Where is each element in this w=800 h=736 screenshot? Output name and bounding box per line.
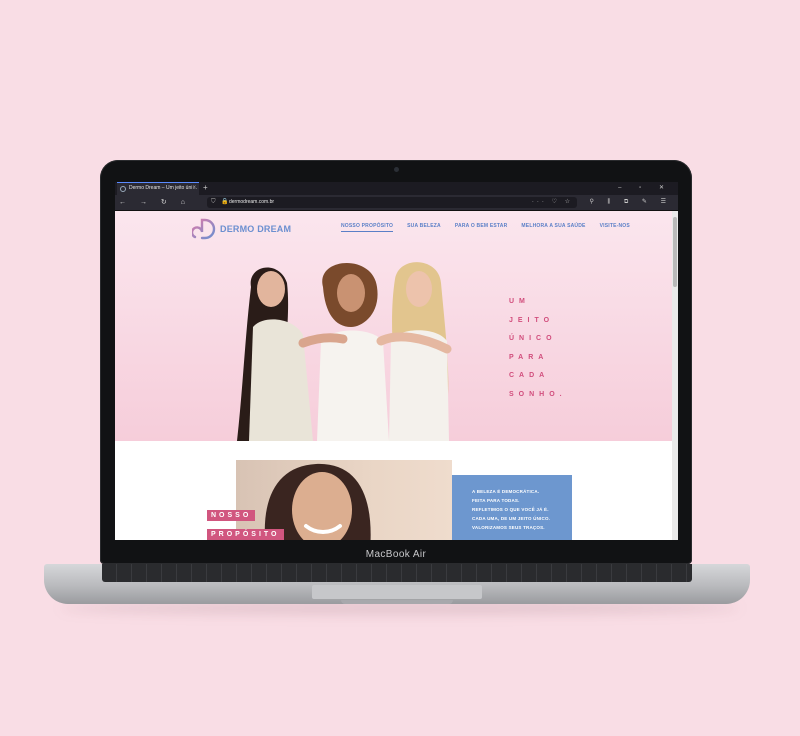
keyboard xyxy=(102,564,692,582)
menu-item-bem-estar[interactable]: PARA O BEM ESTAR xyxy=(455,223,508,232)
scrollbar-thumb[interactable] xyxy=(673,217,677,287)
tagline-line: CADA xyxy=(509,372,550,379)
tagline-line: ÚNICO xyxy=(509,335,557,342)
purpose-label: NOSSO PROPÓSITO xyxy=(207,504,284,540)
model-label: MacBook Air xyxy=(365,549,427,560)
shield-lock-icon: ⛉ 🔒 xyxy=(211,199,231,205)
url-text[interactable]: dermodream.com.br xyxy=(229,197,274,208)
purpose-text-line: FEITA PARA TODAS. xyxy=(472,498,520,503)
menu-item-sua-beleza[interactable]: SUA BELEZA xyxy=(407,223,441,232)
tagline-line: UM xyxy=(509,298,530,305)
window-controls[interactable]: – ▫ ✕ xyxy=(618,182,672,195)
menu-item-nosso-proposito[interactable]: NOSSO PROPÓSITO xyxy=(341,223,394,232)
tagline-line: SONHO. xyxy=(509,390,567,398)
purpose-text-line: A BELEZA É DEMOCRÁTICA. xyxy=(472,489,540,494)
page-actions-icon[interactable]: ··· ♡ ☆ xyxy=(532,197,573,208)
favicon-icon xyxy=(120,186,126,192)
new-tab-button[interactable]: + xyxy=(203,182,208,194)
laptop-base xyxy=(44,564,750,604)
address-bar[interactable]: ⛉ 🔒 dermodream.com.br ··· ♡ ☆ xyxy=(207,197,577,208)
dream-logo-icon xyxy=(192,218,216,240)
screen: Dermo Dream – Um jeito úni… × + – ▫ ✕ ← … xyxy=(115,182,678,540)
menu-item-saude[interactable]: MELHORA A SUA SAÚDE xyxy=(521,223,585,232)
hero-section: DERMO DREAM NOSSO PROPÓSITO SUA BELEZA P… xyxy=(115,211,672,441)
camera xyxy=(394,167,399,172)
purpose-label-line: PROPÓSITO xyxy=(207,529,284,540)
tab-title: Dermo Dream – Um jeito úni… xyxy=(129,185,198,191)
laptop-lid: Dermo Dream – Um jeito úni… × + – ▫ ✕ ← … xyxy=(100,160,692,564)
brand-logo[interactable]: DERMO DREAM xyxy=(192,217,291,241)
trackpad xyxy=(312,585,482,599)
close-tab-icon[interactable]: × xyxy=(192,183,196,194)
page-scrollbar[interactable] xyxy=(672,211,678,540)
hero-tagline: UM JEITO ÚNICO PARA CADA SONHO. xyxy=(509,293,567,404)
menu-item-visite-nos[interactable]: VISITE-NOS xyxy=(600,223,630,232)
main-menu: NOSSO PROPÓSITO SUA BELEZA PARA O BEM ES… xyxy=(341,223,630,232)
purpose-label-line: NOSSO xyxy=(207,510,256,521)
lid-notch xyxy=(341,600,453,604)
browser-tab[interactable]: Dermo Dream – Um jeito úni… × xyxy=(117,182,199,195)
tagline-line: PARA xyxy=(509,353,549,361)
tagline-line: JEITO xyxy=(509,316,555,324)
purpose-text-line: REFLETIMOS O QUE VOCÊ JÁ É. xyxy=(472,507,549,512)
website: DERMO DREAM NOSSO PROPÓSITO SUA BELEZA P… xyxy=(115,211,678,540)
purpose-text-line: CADA UMA, DE UM JEITO ÚNICO. xyxy=(472,516,551,521)
hero-women-image xyxy=(237,262,452,441)
purpose-text-box: A BELEZA É DEMOCRÁTICA. FEITA PARA TODAS… xyxy=(452,475,572,540)
browser-nav-bar: ← → ↻ ⌂ ⛉ 🔒 dermodream.com.br ··· ♡ ☆ ⚲ … xyxy=(115,195,678,211)
purpose-text-line: VALORIZAMOS SEUS TRAÇOS. xyxy=(472,525,545,530)
browser-tab-bar: Dermo Dream – Um jeito úni… × + – ▫ ✕ xyxy=(115,182,678,195)
nav-buttons[interactable]: ← → ↻ ⌂ xyxy=(119,195,191,210)
brand-name: DERMO DREAM xyxy=(220,224,292,234)
toolbar-icons[interactable]: ⚲ ⫼ ⧉ ✎ ☰ xyxy=(589,195,672,210)
